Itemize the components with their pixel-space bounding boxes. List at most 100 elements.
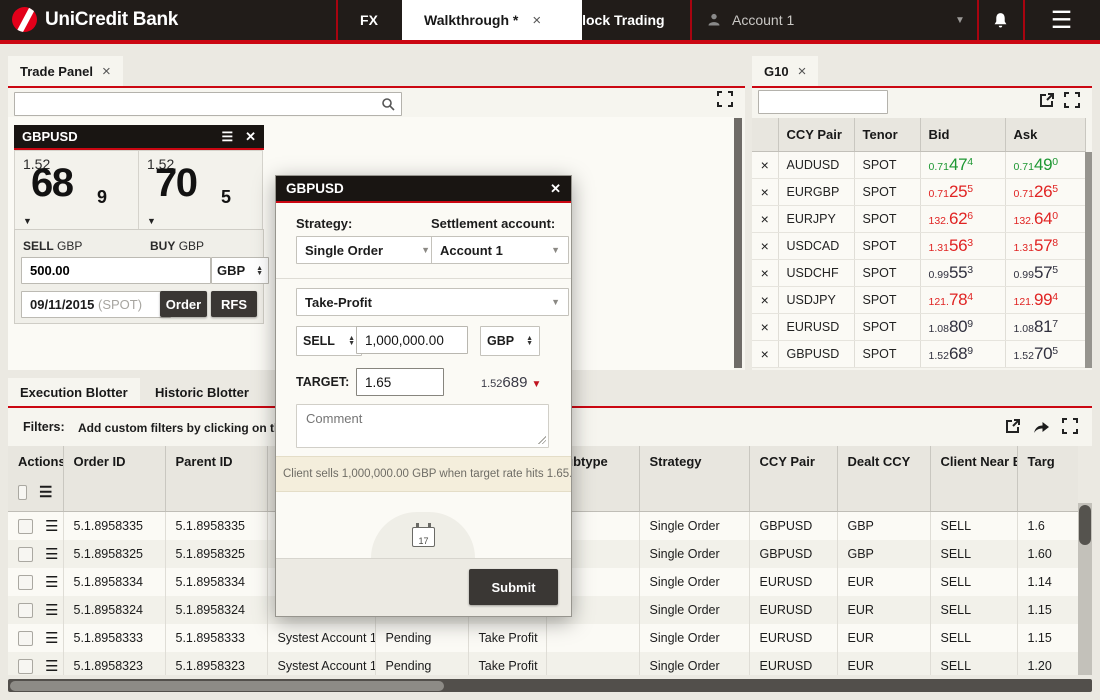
ask-cell[interactable]: 1.52705 [1005,341,1085,368]
bid-cell[interactable]: 0.71255 [920,179,1005,206]
close-icon[interactable]: × [798,63,807,80]
calendar-icon[interactable]: 17 [412,527,435,547]
row-checkbox[interactable] [18,631,33,646]
side-stepper[interactable]: SELL ▲▼ [296,326,362,356]
col-ccy-pair[interactable]: CCY Pair [778,118,854,152]
fullscreen-icon[interactable] [1064,92,1080,108]
blotter-horizontal-scrollbar[interactable] [8,679,1092,692]
row-menu-icon[interactable]: ☰ [45,630,58,647]
select-all-checkbox[interactable] [18,485,27,500]
amount-input[interactable] [21,257,211,284]
fullscreen-icon[interactable] [1062,418,1078,434]
row-checkbox[interactable] [18,547,33,562]
remove-row-icon[interactable]: × [752,260,778,287]
submit-button[interactable]: Submit [469,569,558,605]
target-input[interactable] [356,368,444,396]
remove-row-icon[interactable]: × [752,179,778,206]
menu-icon[interactable]: ☰ [221,129,233,145]
notional-input[interactable] [356,326,468,354]
sell-price-button[interactable]: 1.52 68 9 ▼ [14,150,139,230]
remove-row-icon[interactable]: × [752,341,778,368]
resize-handle[interactable] [538,436,546,444]
col-ask[interactable]: Ask [1005,118,1085,152]
tab-fx[interactable]: FX [336,0,402,40]
order-type-select[interactable]: Take-Profit▼ [296,288,569,316]
fullscreen-icon[interactable] [717,91,733,107]
row-menu-icon[interactable]: ☰ [45,574,58,591]
ask-cell[interactable]: 1.31578 [1005,233,1085,260]
bid-cell[interactable]: 0.71474 [920,152,1005,179]
blotter-row[interactable]: ☰ 5.1.8958333 5.1.8958333 Systest Accoun… [8,624,1078,652]
tab-trade-panel[interactable]: Trade Panel × [8,56,123,86]
remove-row-icon[interactable]: × [752,314,778,341]
row-checkbox[interactable] [18,575,33,590]
date-picker-bump[interactable]: 17 [371,512,475,558]
rates-scrollbar[interactable] [1085,152,1092,368]
bid-cell[interactable]: 1.52689 [920,341,1005,368]
rfs-button[interactable]: RFS [211,291,257,317]
ask-cell[interactable]: 132.640 [1005,206,1085,233]
ask-cell[interactable]: 1.08817 [1005,314,1085,341]
remove-row-icon[interactable]: × [752,206,778,233]
notifications-button[interactable] [977,0,1023,40]
row-checkbox[interactable] [18,519,33,534]
remove-row-icon[interactable]: × [752,233,778,260]
ask-cell[interactable]: 0.71490 [1005,152,1085,179]
col-client-near[interactable]: Client Near Bas [930,446,1017,512]
comment-textarea[interactable] [296,404,549,448]
settlement-select[interactable]: Account 1▼ [431,236,569,264]
remove-row-icon[interactable]: × [752,152,778,179]
ask-cell[interactable]: 0.71265 [1005,179,1085,206]
close-icon[interactable]: × [532,12,541,29]
col-ccy-pair[interactable]: CCY Pair [749,446,837,512]
scrollbar-thumb[interactable] [10,681,444,691]
main-menu-button[interactable]: ☰ [1023,0,1100,40]
currency-stepper[interactable]: GBP ▲▼ [211,257,269,284]
tab-g10[interactable]: G10 × [752,56,818,86]
tab-historic-blotter[interactable]: Historic Blotter [143,378,261,406]
tab-block-trading[interactable]: Block Trading [560,0,702,40]
bid-cell[interactable]: 0.99553 [920,260,1005,287]
popout-icon[interactable] [1039,92,1055,108]
col-target[interactable]: Targ [1017,446,1078,512]
modal-header[interactable]: GBPUSD ✕ [276,176,571,201]
col-bid[interactable]: Bid [920,118,1005,152]
remove-row-icon[interactable]: × [752,287,778,314]
blotter-row[interactable]: ☰ 5.1.8958323 5.1.8958323 Systest Accoun… [8,652,1078,675]
blotter-vertical-scrollbar[interactable] [1078,503,1092,675]
trade-panel-scrollbar[interactable] [734,118,742,368]
col-order-id[interactable]: Order ID [63,446,165,512]
row-menu-icon[interactable]: ☰ [45,546,58,563]
row-menu-icon[interactable]: ☰ [45,658,58,675]
popout-icon[interactable] [1005,418,1021,434]
strategy-select[interactable]: Single Order▼ [296,236,439,264]
tab-walkthrough[interactable]: Walkthrough * × [402,0,582,40]
close-icon[interactable]: ✕ [550,181,561,197]
ask-cell[interactable]: 121.994 [1005,287,1085,314]
close-icon[interactable]: ✕ [245,129,256,145]
row-menu-icon[interactable]: ☰ [45,518,58,535]
row-checkbox[interactable] [18,659,33,674]
ask-cell[interactable]: 0.99575 [1005,260,1085,287]
ticket-header[interactable]: GBPUSD ☰ ✕ [14,125,264,148]
row-checkbox[interactable] [18,603,33,618]
scrollbar-thumb[interactable] [1079,505,1091,545]
instrument-search-input[interactable] [14,92,402,116]
bid-cell[interactable]: 1.31563 [920,233,1005,260]
tab-execution-blotter[interactable]: Execution Blotter [8,378,140,406]
account-selector[interactable]: Account 1 ▼ [690,0,977,40]
bid-cell[interactable]: 1.08809 [920,314,1005,341]
share-icon[interactable] [1033,419,1050,434]
col-dealt-ccy[interactable]: Dealt CCY [837,446,930,512]
order-button[interactable]: Order [160,291,207,317]
close-icon[interactable]: × [102,63,111,80]
buy-price-button[interactable]: 1.52 70 5 ▼ [139,150,263,230]
bid-cell[interactable]: 121.784 [920,287,1005,314]
value-date-field[interactable]: 09/11/2015 (SPOT) [21,291,171,318]
bid-cell[interactable]: 132.626 [920,206,1005,233]
col-parent-id[interactable]: Parent ID [165,446,267,512]
currency-stepper[interactable]: GBP ▲▼ [480,326,540,356]
rates-search-input[interactable] [758,90,888,114]
col-strategy[interactable]: Strategy [639,446,749,512]
hamburger-icon[interactable]: ☰ [39,483,52,501]
